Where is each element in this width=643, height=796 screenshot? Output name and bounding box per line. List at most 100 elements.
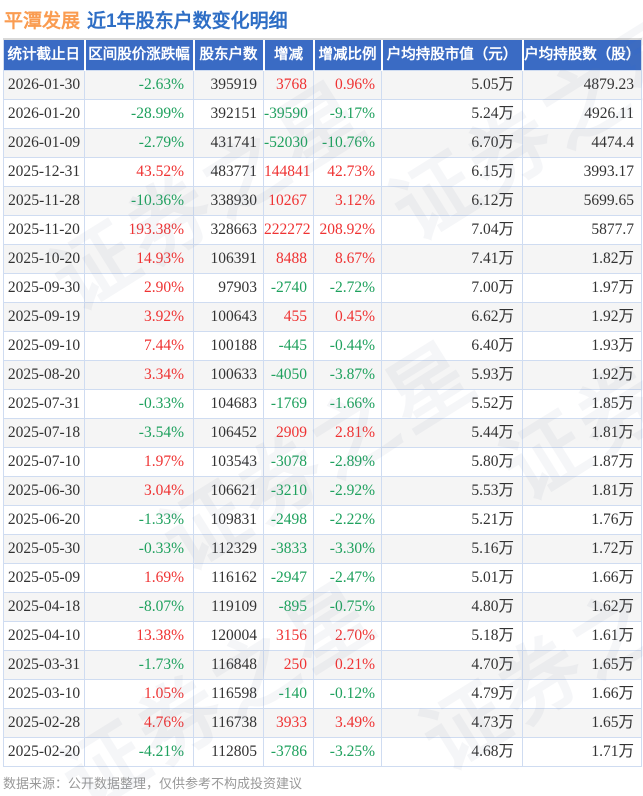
cell-5: 5.24万 [381, 99, 523, 129]
cell-6: 1.62万 [522, 592, 642, 622]
cell-3: 3768 [263, 70, 314, 100]
cell-6: 1.93万 [522, 331, 642, 361]
cell-6: 4474.4 [522, 128, 642, 158]
cell-3: 455 [263, 302, 314, 332]
cell-0: 2025-10-20 [3, 244, 85, 274]
cell-5: 5.93万 [381, 360, 523, 390]
cell-5: 5.80万 [381, 447, 523, 477]
cell-6: 1.81万 [522, 476, 642, 506]
table-row: 2025-07-10 1.97% 103543 -3078 -2.89% 5.80万 1.8… [3, 447, 642, 477]
cell-2: 100643 [193, 302, 264, 332]
cell-3: -2740 [263, 273, 314, 303]
cell-5: 4.73万 [381, 708, 523, 738]
cell-6: 1.92万 [522, 360, 642, 390]
cell-0: 2026-01-09 [3, 128, 85, 158]
table-row: 2025-04-18 -8.07% 119109 -895 -0.75% 4.80万 1.6… [3, 592, 642, 622]
cell-2: 109831 [193, 505, 264, 535]
cell-1: 193.38% [84, 215, 194, 245]
cell-1: -28.99% [84, 99, 194, 129]
cell-6: 1.92万 [522, 302, 642, 332]
table-row: 2025-06-20 -1.33% 109831 -2498 -2.22% 5.21万 1.… [3, 505, 642, 535]
cell-4: -2.22% [313, 505, 382, 535]
cell-0: 2025-05-09 [3, 563, 85, 593]
cell-1: -3.54% [84, 418, 194, 448]
cell-2: 116162 [193, 563, 264, 593]
cell-2: 328663 [193, 215, 264, 245]
cell-2: 116848 [193, 650, 264, 680]
cell-3: -39590 [263, 99, 314, 129]
table-row: 2026-01-09 -2.79% 431741 -52030 -10.76% 6.70万… [3, 128, 642, 158]
cell-3: 2909 [263, 418, 314, 448]
cell-5: 4.70万 [381, 650, 523, 680]
cell-0: 2025-06-30 [3, 476, 85, 506]
cell-0: 2025-02-20 [3, 737, 85, 767]
cell-6: 4926.11 [522, 99, 642, 129]
cell-4: 0.96% [313, 70, 382, 100]
table-row: 2025-12-31 43.52% 483771 144841 42.73% 6.15万 3… [3, 157, 642, 187]
cell-3: -52030 [263, 128, 314, 158]
cell-4: -10.76% [313, 128, 382, 158]
cell-5: 6.62万 [381, 302, 523, 332]
table-row: 2025-07-18 -3.54% 106452 2909 2.81% 5.44万 1.81… [3, 418, 642, 448]
table-row: 2026-01-20 -28.99% 392151 -39590 -9.17% 5.24万… [3, 99, 642, 129]
table-row: 2025-10-20 14.93% 106391 8488 8.67% 7.41万 1.82… [3, 244, 642, 274]
cell-4: 3.49% [313, 708, 382, 738]
cell-4: -3.25% [313, 737, 382, 767]
cell-5: 7.41万 [381, 244, 523, 274]
cell-4: -3.87% [313, 360, 382, 390]
cell-2: 106621 [193, 476, 264, 506]
table-row: 2026-01-30 -2.63% 395919 3768 0.96% 5.05万 4879… [3, 70, 642, 100]
cell-0: 2025-08-20 [3, 360, 85, 390]
cell-6: 1.87万 [522, 447, 642, 477]
cell-0: 2025-03-10 [3, 679, 85, 709]
cell-2: 116738 [193, 708, 264, 738]
cell-2: 106452 [193, 418, 264, 448]
cell-2: 120004 [193, 621, 264, 651]
cell-4: -1.66% [313, 389, 382, 419]
cell-3: 3933 [263, 708, 314, 738]
cell-0: 2025-03-31 [3, 650, 85, 680]
cell-2: 392151 [193, 99, 264, 129]
table-row: 2025-09-30 2.90% 97903 -2740 -2.72% 7.00万 1.97… [3, 273, 642, 303]
table-row: 2025-06-30 3.04% 106621 -3210 -2.92% 5.53万 1.8… [3, 476, 642, 506]
cell-6: 3993.17 [522, 157, 642, 187]
table-row: 2025-03-31 -1.73% 116848 250 0.21% 4.70万 1.65万 [3, 650, 642, 680]
cell-2: 104683 [193, 389, 264, 419]
cell-5: 5.05万 [381, 70, 523, 100]
cell-3: 8488 [263, 244, 314, 274]
cell-5: 7.00万 [381, 273, 523, 303]
table-row: 2025-05-30 -0.33% 112329 -3833 -3.30% 5.16万 1.… [3, 534, 642, 564]
cell-3: -140 [263, 679, 314, 709]
cell-3: -895 [263, 592, 314, 622]
table-row: 2025-04-10 13.38% 120004 3156 2.70% 5.18万 1.61… [3, 621, 642, 651]
cell-2: 116598 [193, 679, 264, 709]
cell-5: 6.15万 [381, 157, 523, 187]
cell-5: 7.04万 [381, 215, 523, 245]
table-header: 统计截止日 区间股价涨跌幅 股东户数 增减 增减比例 户均持股市值（元） 户均持股数（股） [3, 38, 642, 71]
cell-5: 5.01万 [381, 563, 523, 593]
cell-6: 1.66万 [522, 563, 642, 593]
cell-5: 6.40万 [381, 331, 523, 361]
cell-1: 1.05% [84, 679, 194, 709]
cell-0: 2025-11-28 [3, 186, 85, 216]
table-row: 2025-05-09 1.69% 116162 -2947 -2.47% 5.01万 1.6… [3, 563, 642, 593]
cell-1: 1.69% [84, 563, 194, 593]
cell-6: 1.66万 [522, 679, 642, 709]
cell-2: 112805 [193, 737, 264, 767]
cell-0: 2025-09-30 [3, 273, 85, 303]
cell-4: 0.21% [313, 650, 382, 680]
cell-1: -8.07% [84, 592, 194, 622]
column-header-0: 统计截止日 [3, 38, 85, 71]
cell-0: 2026-01-30 [3, 70, 85, 100]
cell-1: -10.36% [84, 186, 194, 216]
cell-4: -2.47% [313, 563, 382, 593]
header-row: 统计截止日 区间股价涨跌幅 股东户数 增减 增减比例 户均持股市值（元） 户均持股数（股） [3, 38, 642, 71]
cell-6: 1.71万 [522, 737, 642, 767]
cell-0: 2026-01-20 [3, 99, 85, 129]
cell-2: 100633 [193, 360, 264, 390]
cell-4: -0.75% [313, 592, 382, 622]
table-row: 2025-09-10 7.44% 100188 -445 -0.44% 6.40万 1.93… [3, 331, 642, 361]
shareholder-table-page: 证券之星证券之星证券之星证券之星证券之星证券之星 平潭发展近1年股东户数变化明细… [0, 0, 643, 796]
cell-4: 2.81% [313, 418, 382, 448]
data-source-note: 数据来源：公开数据整理，仅供参考不构成投资建议 [3, 776, 303, 791]
